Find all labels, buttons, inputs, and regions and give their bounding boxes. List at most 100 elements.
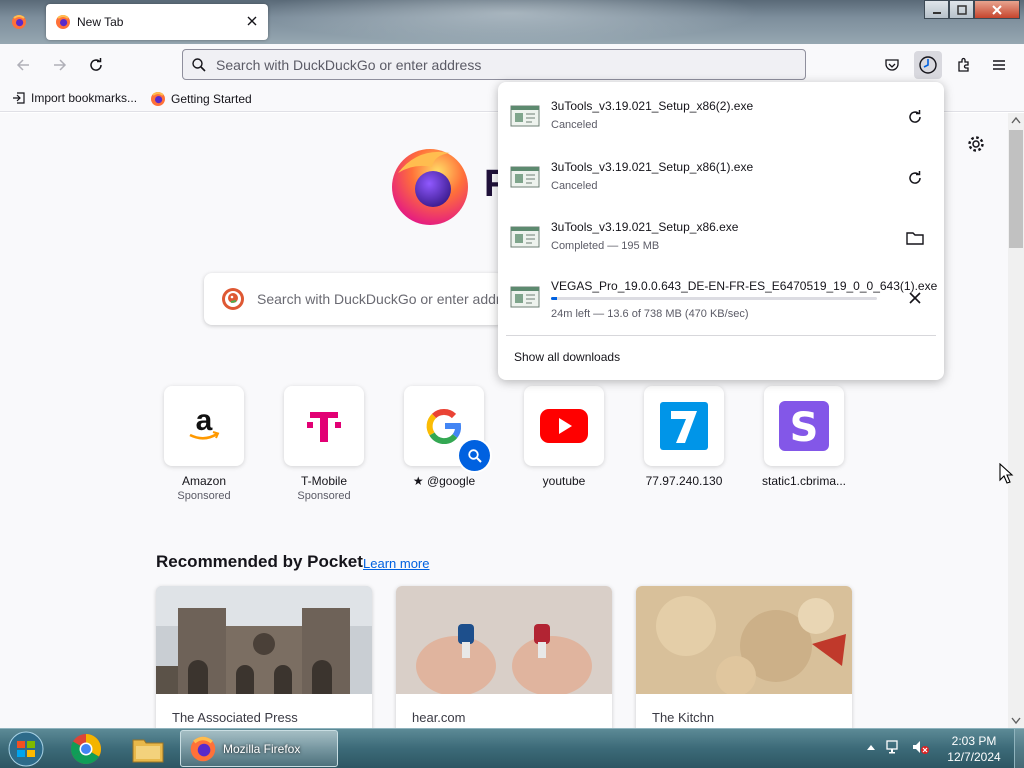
pocket-card[interactable]: The Kitchn [636,586,852,736]
hearing-aids-image [396,586,612,694]
url-bar[interactable]: Search with DuckDuckGo or enter address [182,49,806,80]
pocket-icon [885,59,899,71]
back-button[interactable] [10,52,36,78]
search-icon [467,448,482,463]
bookmark-import[interactable]: Import bookmarks... [12,91,137,105]
scrollbar-thumb[interactable] [1009,130,1023,248]
scroll-down-icon[interactable] [1011,717,1021,725]
scroll-up-icon[interactable] [1011,116,1021,124]
download-item[interactable]: VEGAS_Pro_19.0.0.643_DE-EN-FR-ES_E647051… [498,265,944,325]
show-in-folder-button[interactable] [904,227,926,249]
bookmark-label: Getting Started [171,92,252,106]
minimize-button[interactable] [924,0,949,19]
page-scrollbar[interactable] [1008,113,1024,728]
card-source: hear.com [412,710,466,725]
show-desktop-button[interactable] [1014,729,1024,768]
firefox-menu-icon[interactable] [11,14,27,30]
shortcut-label: Amazon [181,474,227,488]
learn-more-link[interactable]: Learn more [363,556,429,571]
menu-icon [993,60,1005,70]
taskbar-chrome[interactable] [58,731,114,767]
maximize-icon [956,4,967,15]
shortcut-label-google: ★ @google [389,474,499,488]
download-item[interactable]: 3uTools_v3.19.021_Setup_x86.exe Complete… [498,205,944,265]
retry-button[interactable] [904,167,926,189]
cathedral-image [156,586,372,694]
youtube-icon [540,409,588,443]
mouse-cursor-icon [999,463,1014,484]
volume-muted-icon[interactable] [912,739,930,755]
pocket-button[interactable] [879,52,905,78]
seven-icon [660,402,708,450]
network-icon[interactable] [886,739,902,755]
exe-file-icon [510,105,540,127]
minimize-icon [932,11,941,14]
download-progress-fill [551,297,557,300]
extensions-button[interactable] [951,52,977,78]
system-tray [866,739,930,755]
google-icon [426,409,462,444]
shortcut-label: static1.cbrima... [761,474,847,488]
show-hidden-icons-icon[interactable] [866,742,876,752]
shortcut-youtube[interactable] [524,386,604,466]
close-icon [992,4,1002,15]
cancel-icon [909,292,921,304]
settings-gear-icon[interactable] [966,134,986,154]
start-button[interactable] [4,730,48,768]
taskbar-firefox[interactable]: Mozilla Firefox [180,730,338,767]
tab-new-tab[interactable]: New Tab [46,4,268,40]
sponsored-label: Sponsored [177,490,231,502]
retry-button[interactable] [904,106,926,128]
shortcut-tmobile[interactable] [284,386,364,466]
close-button[interactable] [974,0,1020,19]
svg-text:a: a [196,404,213,437]
rice-dish-image [636,586,852,694]
close-tab-icon[interactable] [244,13,260,29]
clock-time: 2:03 PM [951,734,997,748]
reload-button[interactable] [83,52,109,78]
retry-icon [909,171,921,184]
search-placeholder: Search with DuckDuckGo or enter address [257,291,504,307]
download-status: 24m left — 13.6 of 738 MB (470 KB/sec) [551,308,749,320]
cancel-download-button[interactable] [904,287,926,309]
maximize-button[interactable] [949,0,974,19]
divider [506,335,936,336]
taskbar: Mozilla Firefox 2:03 PM 12/7/2024 [0,728,1024,768]
new-tab-search-box[interactable]: Search with DuckDuckGo or enter address [204,273,504,325]
menu-button[interactable] [986,52,1012,78]
download-filename: VEGAS_Pro_19.0.0.643_DE-EN-FR-ES_E647051… [551,279,938,293]
taskbar-clock[interactable]: 2:03 PM 12/7/2024 [936,733,1012,765]
taskbar-explorer[interactable] [120,731,176,767]
shortcut-static1-cbrimages[interactable]: S [764,386,844,466]
clock-date: 12/7/2024 [947,750,1001,764]
shortcut-label: T-Mobile [300,474,347,488]
pocket-card[interactable]: hear.com [396,586,612,736]
download-filename: 3uTools_v3.19.021_Setup_x86.exe [551,220,739,234]
download-item[interactable]: 3uTools_v3.19.021_Setup_x86(1).exe Cance… [498,145,944,205]
retry-icon [909,110,921,123]
forward-icon [54,59,67,71]
download-filename: 3uTools_v3.19.021_Setup_x86(1).exe [551,160,754,174]
import-icon [13,92,25,104]
download-item[interactable]: 3uTools_v3.19.021_Setup_x86(2).exe Cance… [498,84,944,144]
firefox-logo-icon [392,149,468,225]
extensions-icon [958,57,969,72]
forward-button[interactable] [47,52,73,78]
url-placeholder: Search with DuckDuckGo or enter address [216,56,482,73]
shortcut-amazon[interactable]: a [164,386,244,466]
search-shortcut-badge [459,440,490,471]
shortcut-77-97-240-130[interactable] [644,386,724,466]
bookmark-getting-started[interactable]: Getting Started [150,91,252,107]
downloads-panel: 3uTools_v3.19.021_Setup_x86(2).exe Cance… [498,82,944,380]
show-all-downloads-button[interactable]: Show all downloads [514,350,620,364]
sponsored-label: Sponsored [297,490,351,502]
exe-file-icon [510,166,540,188]
svg-text:S: S [790,405,819,451]
tab-title: New Tab [77,15,124,29]
exe-file-icon [510,226,540,248]
downloads-button[interactable] [914,51,942,79]
reload-icon [90,58,102,71]
folder-icon [132,739,164,763]
folder-icon [906,232,924,245]
pocket-card[interactable]: The Associated Press [156,586,372,736]
